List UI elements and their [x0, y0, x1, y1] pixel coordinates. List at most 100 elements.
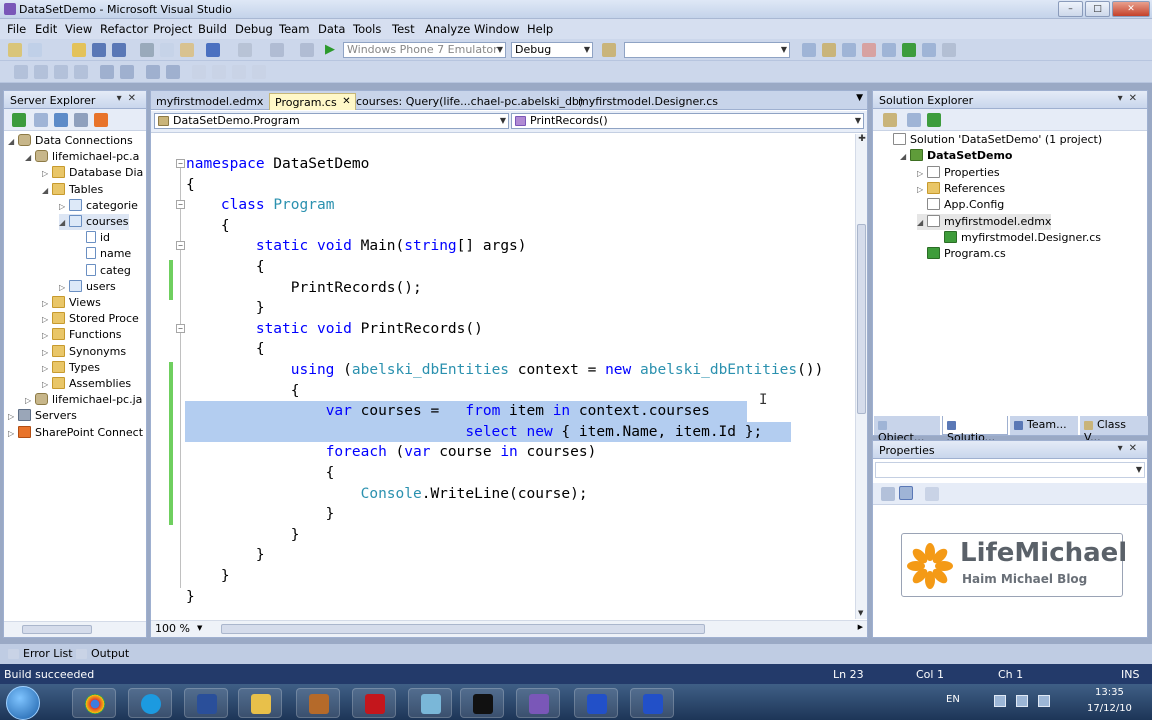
tab-overflow-icon[interactable]: ▼: [856, 93, 863, 103]
start-button[interactable]: [6, 686, 40, 720]
properties-object-combo[interactable]: ▼: [875, 462, 1145, 478]
taskbar-visualstudio[interactable]: [516, 688, 560, 718]
taskbar-skype[interactable]: [128, 688, 172, 718]
menu-debug[interactable]: Debug: [235, 22, 273, 36]
expander-icon[interactable]: ◢: [59, 215, 69, 231]
member-dropdown[interactable]: PrintRecords() ▼: [511, 113, 864, 129]
taskbar-media[interactable]: [574, 688, 618, 718]
minimize-button[interactable]: –: [1058, 1, 1083, 17]
tab-error-list[interactable]: Error List: [8, 647, 73, 660]
menu-help[interactable]: Help: [527, 22, 553, 36]
target-device-combo[interactable]: Windows Phone 7 Emulator ▼: [343, 42, 506, 58]
solution-explorer-icon[interactable]: [802, 43, 816, 57]
expander-icon[interactable]: ▷: [59, 280, 69, 296]
editor-vscroll[interactable]: ✚ ▼: [855, 134, 867, 619]
volume-icon[interactable]: [1038, 695, 1050, 707]
action-center-icon[interactable]: [1016, 695, 1028, 707]
menu-refactor[interactable]: Refactor: [100, 22, 148, 36]
expander-icon[interactable]: ▷: [8, 426, 18, 442]
tab-object-browser[interactable]: Object...: [874, 416, 940, 444]
refresh-icon[interactable]: [12, 113, 26, 127]
menu-test[interactable]: Test: [392, 22, 415, 36]
taskbar-cmd[interactable]: [460, 688, 504, 718]
expander-icon[interactable]: ▷: [42, 377, 52, 393]
server-tree-item[interactable]: ▷ Functions: [42, 327, 122, 343]
previous-bookmark-icon[interactable]: [212, 65, 226, 79]
properties-window-icon[interactable]: [822, 43, 836, 57]
taskbar-app3[interactable]: [408, 688, 452, 718]
expander-icon[interactable]: ▷: [8, 409, 18, 425]
language-indicator[interactable]: EN: [946, 694, 960, 705]
expander-icon[interactable]: ▷: [917, 182, 927, 198]
open-icon[interactable]: [72, 43, 86, 57]
server-tree-item[interactable]: name: [76, 246, 131, 262]
server-tree-item[interactable]: ▷ Stored Proce: [42, 311, 139, 327]
solution-tree-item[interactable]: Solution 'DataSetDemo' (1 project): [883, 132, 1102, 148]
server-tree-item[interactable]: categ: [76, 263, 131, 279]
redo-icon[interactable]: [238, 43, 252, 57]
connect-to-database-icon[interactable]: [54, 113, 68, 127]
zoom-level[interactable]: 100 %: [155, 622, 190, 635]
decrease-indent-icon[interactable]: [100, 65, 114, 79]
collapse-icon[interactable]: −: [176, 159, 185, 168]
network-icon[interactable]: [994, 695, 1006, 707]
server-tree-item[interactable]: ▷ lifemichael-pc.ja: [25, 392, 142, 408]
solution-tree-item[interactable]: ▷ References: [917, 181, 1005, 197]
zoom-dropdown-icon[interactable]: ▼: [197, 624, 202, 632]
categorized-icon[interactable]: [881, 487, 895, 501]
parameter-info-icon[interactable]: [34, 65, 48, 79]
team-explorer-icon[interactable]: [882, 43, 896, 57]
save-all-icon[interactable]: [112, 43, 126, 57]
menu-analyze[interactable]: Analyze: [425, 22, 470, 36]
expander-icon[interactable]: ◢: [8, 134, 18, 150]
configuration-combo[interactable]: Debug ▼: [511, 42, 593, 58]
find-in-files-icon[interactable]: [602, 43, 616, 57]
scroll-thumb[interactable]: [22, 625, 92, 634]
panel-controls[interactable]: ▾✕: [1118, 93, 1143, 104]
expander-icon[interactable]: ▷: [59, 199, 69, 215]
uncomment-icon[interactable]: [166, 65, 180, 79]
close-button[interactable]: ✕: [1112, 1, 1150, 17]
expander-icon[interactable]: ◢: [917, 215, 927, 231]
display-object-member-list-icon[interactable]: [14, 65, 28, 79]
server-tree-item[interactable]: ▷ Types: [42, 360, 100, 376]
server-explorer-hscroll[interactable]: [4, 621, 146, 637]
server-tree-item[interactable]: ▷ SharePoint Connect: [8, 425, 143, 441]
solution-tree-item[interactable]: ▷ Properties: [917, 165, 1000, 181]
panel-controls[interactable]: ▾✕: [1118, 443, 1143, 454]
extension-manager-icon[interactable]: [922, 43, 936, 57]
expander-icon[interactable]: ▷: [42, 345, 52, 361]
refresh-icon[interactable]: [927, 113, 941, 127]
cut-icon[interactable]: [140, 43, 154, 57]
menu-file[interactable]: File: [7, 22, 26, 36]
expander-icon[interactable]: ▷: [42, 166, 52, 182]
menu-build[interactable]: Build: [198, 22, 227, 36]
alphabetical-icon[interactable]: [899, 486, 913, 500]
find-combo[interactable]: ▼: [624, 42, 790, 58]
object-browser-icon[interactable]: [842, 43, 856, 57]
type-dropdown[interactable]: DataSetDemo.Program ▼: [154, 113, 509, 129]
start-debugging-icon[interactable]: ▶: [325, 42, 335, 57]
property-pages-icon[interactable]: [925, 487, 939, 501]
start-page-icon[interactable]: [902, 43, 916, 57]
tab-courses-query[interactable]: courses: Query(life...chael-pc.abelski_d…: [351, 93, 588, 110]
collapse-icon[interactable]: −: [176, 324, 185, 333]
menu-window[interactable]: Window: [474, 22, 519, 36]
expander-icon[interactable]: ◢: [25, 150, 35, 166]
expander-icon[interactable]: ◢: [900, 149, 910, 165]
solution-tree-item[interactable]: Program.cs: [917, 246, 1006, 262]
command-window-icon[interactable]: [942, 43, 956, 57]
toolbox-icon[interactable]: [862, 43, 876, 57]
navigate-forward-icon[interactable]: [300, 43, 314, 57]
clock-date[interactable]: 17/12/10: [1087, 703, 1132, 714]
solution-tree-item[interactable]: ◢ myfirstmodel.edmx: [917, 213, 1052, 231]
next-bookmark-icon[interactable]: [232, 65, 246, 79]
solution-tree-item[interactable]: ◢ DataSetDemo: [900, 148, 1013, 164]
tab-program-cs[interactable]: Program.cs ✕: [269, 93, 356, 110]
scroll-right-icon[interactable]: ▶: [858, 623, 863, 631]
tab-output[interactable]: Output: [76, 647, 129, 660]
add-item-icon[interactable]: [28, 43, 42, 57]
undo-icon[interactable]: [206, 43, 220, 57]
new-project-icon[interactable]: [8, 43, 22, 57]
clear-bookmarks-icon[interactable]: [252, 65, 266, 79]
